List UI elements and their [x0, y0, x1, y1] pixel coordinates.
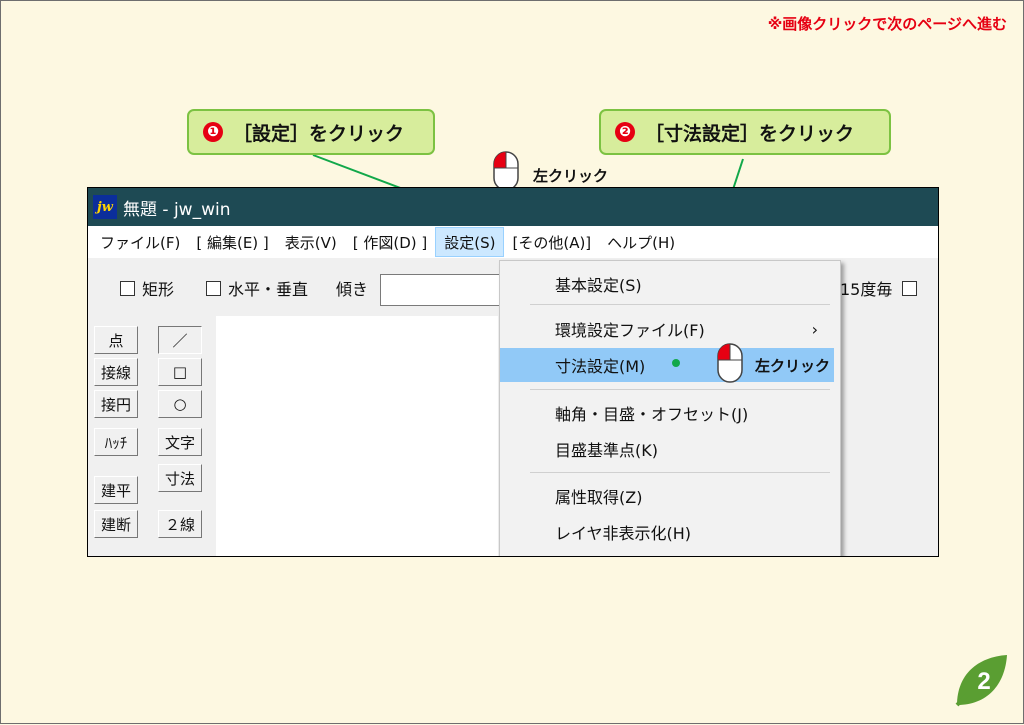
- menu-item-basic-settings[interactable]: 基本設定(S): [500, 267, 834, 301]
- mouse-label-1: 左クリック: [533, 167, 609, 185]
- hv-option[interactable]: 水平・垂直: [206, 276, 308, 300]
- step-2-number: ❷: [615, 122, 635, 142]
- rect-label: 矩形: [142, 280, 175, 299]
- dimension-settings-label: 寸法設定(M): [555, 357, 646, 376]
- menu-draw[interactable]: [ 作図(D) ]: [345, 227, 436, 257]
- tutorial-page[interactable]: ※画像クリックで次のページへ進む ❶ ［設定］をクリック ❷ ［寸法設定］をクリ…: [0, 0, 1024, 724]
- submenu-arrow-icon: ›: [811, 319, 818, 339]
- tool-rectangle[interactable]: □: [158, 358, 202, 386]
- tool-palette: 点 接線 接円 ﾊｯﾁ 建平 建断 ／ □ ○ 文字 寸法 ２線: [88, 316, 216, 556]
- get-attributes-label: 属性取得(Z): [555, 488, 643, 507]
- tool-building-plan[interactable]: 建平: [94, 476, 138, 504]
- mouse-label-2: 左クリック: [755, 357, 831, 375]
- leaf-page-badge-icon[interactable]: 2: [953, 651, 1011, 709]
- tool-text[interactable]: 文字: [158, 428, 202, 456]
- hide-layer-label: レイヤ非表示化(H): [555, 524, 692, 543]
- settings-dropdown: 基本設定(S) 環境設定ファイル(F) › 寸法設定(M) 軸角・目盛・オフセッ…: [499, 260, 841, 556]
- deg-option[interactable]: 15度毎: [840, 276, 924, 300]
- page-number: 2: [977, 668, 990, 695]
- menu-item-env-file[interactable]: 環境設定ファイル(F) ›: [500, 312, 834, 346]
- tool-tangent-line[interactable]: 接線: [94, 358, 138, 386]
- deg-label: 15度毎: [840, 280, 893, 299]
- deg-checkbox[interactable]: [902, 280, 918, 296]
- tool-line[interactable]: ／: [158, 326, 202, 354]
- axis-scale-offset-label: 軸角・目盛・オフセット(J): [555, 405, 749, 424]
- menu-separator: [530, 472, 830, 473]
- menu-separator: [530, 389, 830, 390]
- menu-settings[interactable]: 設定(S): [435, 227, 505, 257]
- tilt-label: 傾き: [336, 280, 369, 299]
- menu-edit[interactable]: [ 編集(E) ]: [188, 227, 276, 257]
- menu-separator: [530, 304, 830, 305]
- step-2-text: ［寸法設定］をクリック: [645, 122, 855, 145]
- scale-origin-label: 目盛基準点(K): [555, 441, 658, 460]
- env-file-label: 環境設定ファイル(F): [555, 321, 705, 340]
- menu-item-scale-origin[interactable]: 目盛基準点(K): [500, 432, 834, 466]
- rect-checkbox[interactable]: [120, 280, 135, 296]
- menu-bar: ファイル(F) [ 編集(E) ] 表示(V) [ 作図(D) ] 設定(S) …: [88, 226, 938, 258]
- window-title: 無題 - jw_win: [123, 199, 231, 220]
- menu-item-hide-layer[interactable]: レイヤ非表示化(H): [500, 515, 834, 549]
- tool-double-line[interactable]: ２線: [158, 510, 202, 538]
- drawing-canvas[interactable]: [216, 316, 498, 556]
- jw-logo-icon: jw: [93, 195, 117, 219]
- menu-view[interactable]: 表示(V): [277, 227, 345, 257]
- callout-step-1: ❶ ［設定］をクリック: [187, 109, 435, 155]
- callout-step-2: ❷ ［寸法設定］をクリック: [599, 109, 891, 155]
- mouse-left-click-icon: [493, 151, 519, 191]
- tool-hatch[interactable]: ﾊｯﾁ: [94, 428, 138, 456]
- menu-help[interactable]: ヘルプ(H): [599, 227, 683, 257]
- next-page-notice: ※画像クリックで次のページへ進む: [767, 15, 1007, 33]
- tool-dimension[interactable]: 寸法: [158, 464, 202, 492]
- rect-option[interactable]: 矩形: [120, 276, 174, 300]
- mouse-left-click-icon: [717, 343, 743, 383]
- basic-settings-label: 基本設定(S): [555, 276, 642, 295]
- step-1-text: ［設定］をクリック: [233, 122, 405, 145]
- tool-tangent-circle[interactable]: 接円: [94, 390, 138, 418]
- tool-circle[interactable]: ○: [158, 390, 202, 418]
- menu-other[interactable]: [その他(A)]: [504, 227, 599, 257]
- tilt-option: 傾き: [336, 276, 368, 300]
- tool-building-section[interactable]: 建断: [94, 510, 138, 538]
- hv-label: 水平・垂直: [228, 280, 309, 299]
- title-bar[interactable]: jw 無題 - jw_win: [88, 188, 938, 226]
- hv-checkbox[interactable]: [206, 280, 221, 296]
- menu-file[interactable]: ファイル(F): [88, 227, 188, 257]
- menu-item-get-attributes[interactable]: 属性取得(Z): [500, 479, 834, 513]
- step-1-number: ❶: [203, 122, 223, 142]
- menu-item-axis-scale-offset[interactable]: 軸角・目盛・オフセット(J): [500, 396, 834, 430]
- tool-point[interactable]: 点: [94, 326, 138, 354]
